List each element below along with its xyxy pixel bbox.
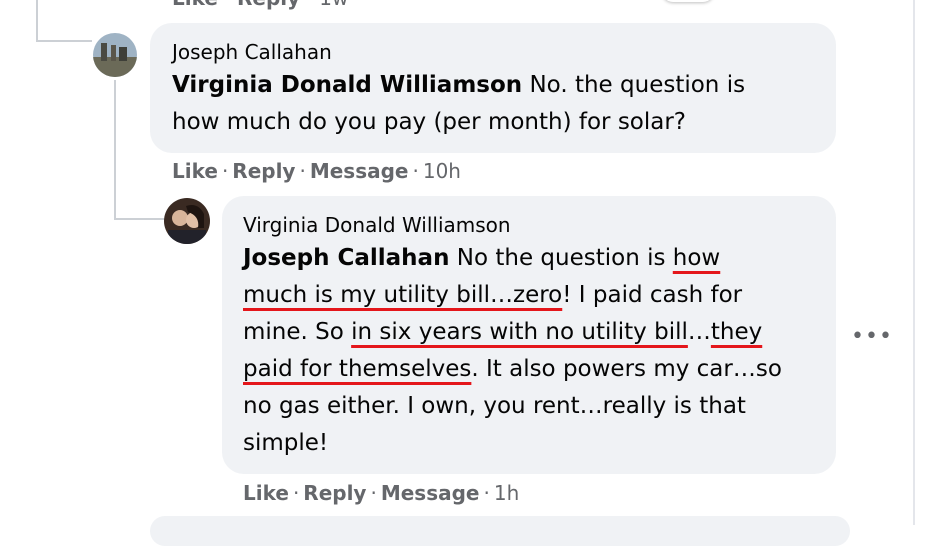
avatar-photo-icon <box>93 33 137 77</box>
comment-actions: Like · Reply · Message · 1h <box>243 481 520 505</box>
next-comment-bubble <box>150 516 850 546</box>
avatar-photo-icon <box>164 198 210 244</box>
prev-timestamp[interactable]: 1w <box>319 0 348 10</box>
reply-link[interactable]: Reply <box>303 481 366 505</box>
thread-line-branch <box>36 40 92 42</box>
avatar-virginia[interactable] <box>164 198 210 244</box>
comment-text: Joseph Callahan No the question is how m… <box>243 245 782 456</box>
comment-actions: Like · Reply · Message · 10h <box>172 159 461 183</box>
like-link[interactable]: Like <box>172 159 218 183</box>
prev-like-link[interactable]: Like <box>172 0 218 10</box>
scrollbar-track[interactable] <box>913 0 915 525</box>
reply-link[interactable]: Reply <box>232 159 295 183</box>
message-link[interactable]: Message <box>381 481 480 505</box>
prev-comment-actions: Like · Reply · 1w <box>172 0 348 10</box>
underlined-text: in six years with no utility bill <box>351 319 688 345</box>
timestamp[interactable]: 1h <box>494 481 519 505</box>
timestamp[interactable]: 10h <box>423 159 461 183</box>
message-link[interactable]: Message <box>310 159 409 183</box>
thread-line-reply <box>114 80 116 218</box>
comment-author[interactable]: Virginia Donald Williamson <box>243 213 511 237</box>
underlined-text: they <box>710 319 763 345</box>
like-link[interactable]: Like <box>243 481 289 505</box>
mention-link[interactable]: Joseph Callahan <box>243 245 449 271</box>
comment-text: Virginia Donald Williamson No. the quest… <box>172 72 746 135</box>
underlined-text: how <box>672 245 721 271</box>
thread-line-top <box>36 0 38 40</box>
thread-line-reply-branch <box>114 218 164 220</box>
comment-author[interactable]: Joseph Callahan <box>172 40 332 64</box>
mention-link[interactable]: Virginia Donald Williamson <box>172 72 522 98</box>
avatar-joseph[interactable] <box>93 33 137 77</box>
prev-reply-link[interactable]: Reply <box>237 0 300 10</box>
underlined-text: much is my utility bill…zero <box>243 282 563 308</box>
underlined-text: paid for themselves <box>243 356 472 382</box>
more-options-icon[interactable]: ••• <box>851 320 892 352</box>
